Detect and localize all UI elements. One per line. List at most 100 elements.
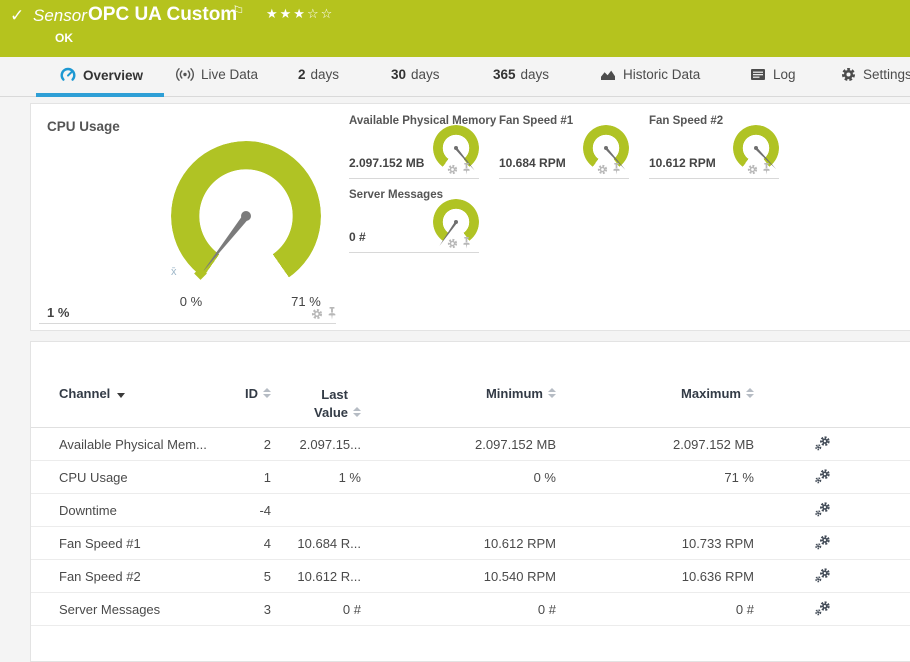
tab-bar: Overview Live Data 2 days 30 days 365 da… — [0, 57, 910, 97]
status-ok-check-icon: ✓ — [10, 6, 25, 25]
column-header-last-value[interactable]: Last Value — [281, 386, 361, 422]
column-header-minimum[interactable]: Minimum — [451, 386, 556, 401]
channel-last-value: 10.612 R... — [297, 569, 361, 584]
sensor-header: ✓ Sensor OPC UA Custom ⚐ ★★★☆☆ OK — [0, 0, 910, 57]
channel-minimum: 0 # — [537, 602, 556, 617]
channel-id: 2 — [263, 437, 271, 452]
channel-minimum: 0 % — [533, 470, 556, 485]
gauge-hub — [754, 146, 758, 150]
gauge-settings-gear-icon[interactable] — [747, 164, 758, 175]
channel-id: -4 — [259, 503, 271, 518]
tab-365-days[interactable]: 365 days — [493, 67, 549, 82]
channel-settings-gears-icon[interactable] — [813, 435, 832, 455]
gauge-title: Fan Speed #1 — [499, 115, 574, 127]
sort-icon — [353, 407, 361, 417]
table-row[interactable]: Downtime -4 — [31, 494, 910, 527]
tab-30-days[interactable]: 30 days — [391, 67, 440, 82]
gear-icon — [841, 67, 856, 82]
pin-gauge-icon[interactable] — [762, 163, 771, 175]
gauge-title: Fan Speed #2 — [649, 115, 724, 127]
channel-settings-gears-icon[interactable] — [813, 501, 832, 521]
channel-maximum: 71 % — [724, 470, 754, 485]
flag-icon[interactable]: ⚐ — [232, 3, 245, 20]
channel-name[interactable]: Server Messages — [59, 602, 160, 617]
channel-name[interactable]: Downtime — [59, 503, 117, 518]
tab-live-data[interactable]: Live Data — [176, 67, 258, 82]
tab-historic-data[interactable]: Historic Data — [600, 67, 700, 82]
channel-settings-gears-icon[interactable] — [813, 600, 832, 620]
gauge-hub — [454, 146, 458, 150]
table-row[interactable]: Fan Speed #2 5 10.612 R... 10.540 RPM 10… — [31, 560, 910, 593]
channel-last-value: 2.097.15... — [299, 437, 361, 452]
pin-gauge-icon[interactable] — [462, 237, 471, 249]
sensor-title: OPC UA Custom — [88, 4, 238, 25]
channel-name[interactable]: CPU Usage — [59, 470, 128, 485]
channel-id: 4 — [263, 536, 271, 551]
channel-settings-gears-icon[interactable] — [813, 468, 832, 488]
table-row[interactable]: Fan Speed #1 4 10.684 R... 10.612 RPM 10… — [31, 527, 910, 560]
area-chart-icon — [601, 70, 615, 80]
channel-table-panel: Channel ID Last Value Minimum Maximum Av… — [30, 341, 910, 662]
channel-minimum: 10.540 RPM — [483, 569, 556, 584]
server-messages-gauge-tile[interactable]: Server Messages 0 # — [349, 185, 479, 253]
memory-gauge-tile[interactable]: Available Physical Memory 2.097.152 MB — [349, 111, 496, 179]
priority-stars[interactable]: ★★★☆☆ — [266, 6, 334, 22]
gauge-current-value: 0 # — [349, 230, 366, 244]
pin-gauge-icon[interactable] — [327, 307, 337, 320]
sort-icon — [263, 388, 271, 398]
fan1-gauge-tile[interactable]: Fan Speed #1 10.684 RPM — [499, 111, 629, 179]
channel-minimum: 2.097.152 MB — [475, 437, 556, 452]
live-signal-icon — [176, 68, 194, 81]
pin-gauge-icon[interactable] — [462, 163, 471, 175]
table-row[interactable]: CPU Usage 1 1 % 0 % 71 % — [31, 461, 910, 494]
column-header-id[interactable]: ID — [181, 386, 271, 401]
channel-settings-gears-icon[interactable] — [813, 567, 832, 587]
gauge-settings-gear-icon[interactable] — [447, 238, 458, 249]
channel-maximum: 0 # — [735, 602, 754, 617]
cpu-usage-gauge-tile[interactable]: CPU Usage x̄ 0 % 71 % 1 % — [39, 111, 336, 324]
gauge-hub — [454, 220, 458, 224]
channel-minimum: 10.612 RPM — [483, 536, 556, 551]
table-body: Available Physical Mem... 2 2.097.15... … — [31, 428, 910, 626]
average-marker: x̄ — [171, 266, 177, 278]
channel-id: 1 — [263, 470, 271, 485]
channel-id: 3 — [263, 602, 271, 617]
fan2-gauge-tile[interactable]: Fan Speed #2 10.612 RPM — [649, 111, 779, 179]
table-row[interactable]: Available Physical Mem... 2 2.097.15... … — [31, 428, 910, 461]
channel-name[interactable]: Fan Speed #1 — [59, 536, 141, 551]
column-header-channel[interactable]: Channel — [59, 386, 126, 401]
object-kind-label: Sensor — [33, 6, 87, 25]
channel-last-value: 10.684 R... — [297, 536, 361, 551]
overview-gauges-panel: CPU Usage x̄ 0 % 71 % 1 % Available Phys… — [30, 103, 910, 331]
pin-gauge-icon[interactable] — [612, 163, 621, 175]
gauge-current-value: 2.097.152 MB — [349, 156, 425, 170]
gauge-hub — [604, 146, 608, 150]
gauge-settings-gear-icon[interactable] — [311, 308, 323, 320]
tab-log[interactable]: Log — [750, 67, 796, 82]
sort-icon — [548, 388, 556, 398]
tab-settings[interactable]: Settings — [841, 67, 910, 82]
channel-name[interactable]: Fan Speed #2 — [59, 569, 141, 584]
gauge-settings-gear-icon[interactable] — [447, 164, 458, 175]
tab-overview[interactable]: Overview — [60, 67, 143, 83]
channel-id: 5 — [263, 569, 271, 584]
channel-last-value: 1 % — [338, 470, 361, 485]
cpu-gauge: x̄ — [171, 141, 321, 291]
channel-settings-gears-icon[interactable] — [813, 534, 832, 554]
gauge-title: CPU Usage — [47, 119, 120, 134]
prtg-sensor-page: ✓ Sensor OPC UA Custom ⚐ ★★★☆☆ OK Overvi… — [0, 0, 910, 662]
gauge-icon — [60, 67, 76, 81]
log-list-icon — [751, 69, 765, 80]
table-header: Channel ID Last Value Minimum Maximum — [31, 386, 910, 428]
sort-desc-icon — [117, 393, 126, 398]
active-tab-underline — [36, 93, 164, 97]
table-row[interactable]: Server Messages 3 0 # 0 # 0 # — [31, 593, 910, 626]
gauge-current-value: 10.684 RPM — [499, 156, 566, 170]
column-header-maximum[interactable]: Maximum — [651, 386, 754, 401]
gauge-current-value: 1 % — [47, 305, 70, 320]
gauge-scale-min: 0 % — [179, 294, 203, 309]
gauge-hub — [241, 211, 251, 221]
tab-2-days[interactable]: 2 days — [298, 67, 339, 82]
gauge-current-value: 10.612 RPM — [649, 156, 716, 170]
gauge-settings-gear-icon[interactable] — [597, 164, 608, 175]
